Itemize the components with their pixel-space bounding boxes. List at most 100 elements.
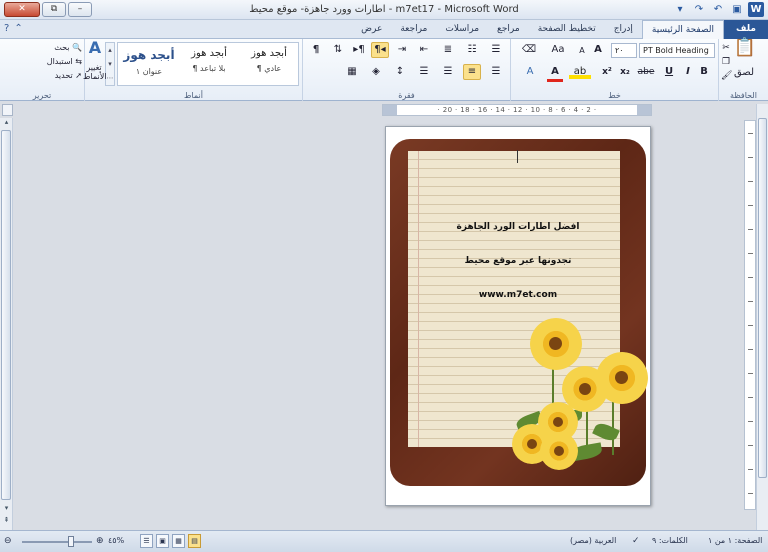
tab-mailings[interactable]: مراسلات	[436, 20, 488, 39]
paste-icon[interactable]: 📋	[733, 39, 757, 65]
paragraph-group-label: فقرة	[398, 91, 415, 100]
ruler-toggle-button[interactable]	[2, 104, 13, 116]
minimize-ribbon-icon[interactable]: ⌃	[14, 23, 22, 34]
format-painter-icon[interactable]: 🖌	[721, 69, 732, 83]
ruler-marks: · 20 · 18 · 16 · 14 · 12 · 10 · 8 · 6 · …	[437, 106, 597, 114]
change-case-button[interactable]: Aa	[547, 43, 569, 57]
style-no-spacing-name: ¶ بلا تباعد	[192, 64, 226, 73]
style-normal-name: ¶ عادي	[256, 64, 282, 73]
tab-review[interactable]: مراجعة	[391, 20, 436, 39]
font-color-button[interactable]: A	[547, 65, 563, 82]
shrink-font-button[interactable]: A	[575, 44, 589, 58]
decrease-indent-icon[interactable]: ⇤	[415, 43, 433, 57]
scroll-thumb[interactable]	[1, 130, 11, 500]
save-icon[interactable]: ▣	[729, 2, 745, 17]
cut-icon[interactable]: ✂	[721, 41, 731, 55]
rtl-direction-button[interactable]: ¶◂	[371, 42, 389, 58]
page-indicator[interactable]: الصفحة: ١ من ١	[708, 536, 762, 545]
bullets-icon[interactable]: ☰	[487, 43, 505, 57]
borders-icon[interactable]: ▦	[343, 65, 361, 79]
clear-formatting-icon[interactable]: ⌫	[519, 43, 539, 57]
print-layout-view-button[interactable]: ▤	[188, 534, 201, 548]
subscript-button[interactable]: x₂	[617, 65, 633, 79]
document-line-2[interactable]: تجدونها عبر موقع محيط	[412, 256, 624, 266]
find-label: بحث	[54, 43, 70, 52]
horizontal-ruler[interactable]: · 20 · 18 · 16 · 14 · 12 · 10 · 8 · 6 · …	[382, 104, 652, 116]
multilevel-list-icon[interactable]: ≣	[439, 43, 457, 57]
paste-label[interactable]: لصق	[729, 66, 759, 80]
style-normal-sample: أبجد هوز	[251, 48, 287, 59]
align-right-icon[interactable]: ☰	[487, 65, 505, 79]
outline-view-button[interactable]: ☰	[140, 534, 153, 548]
select-button[interactable]: تحديد ➚	[36, 69, 82, 83]
font-group: PT Bold Heading ٢٠ A A Aa ⌫ B I U abe x₂…	[510, 39, 718, 101]
web-layout-view-button[interactable]: ▣	[156, 534, 169, 548]
find-icon: 🔍	[72, 43, 82, 52]
strikethrough-button[interactable]: abe	[635, 65, 657, 79]
zoom-level[interactable]: ٤٥%	[108, 536, 124, 545]
bold-button[interactable]: B	[697, 65, 711, 79]
scroll-up-icon[interactable]: ▴	[0, 118, 13, 129]
numbering-icon[interactable]: ☷	[463, 43, 481, 57]
redo-icon[interactable]: ↷	[691, 2, 707, 17]
full-screen-view-button[interactable]: ▦	[172, 534, 185, 548]
line-spacing-icon[interactable]: ↕	[391, 65, 409, 79]
text-effects-icon[interactable]: A	[521, 65, 539, 79]
gallery-scroll[interactable]: ▴ ▾ ⋯	[105, 42, 115, 86]
tab-view[interactable]: عرض	[352, 20, 391, 39]
find-button[interactable]: بحث 🔍	[36, 41, 82, 55]
replace-icon: ⇆	[75, 57, 82, 66]
vertical-ruler[interactable]	[744, 120, 756, 510]
increase-indent-icon[interactable]: ⇥	[393, 43, 411, 57]
word-app-icon: W	[748, 2, 764, 17]
select-label: تحديد	[54, 71, 73, 80]
select-icon: ➚	[75, 71, 82, 80]
tab-page-layout[interactable]: تخطيط الصفحة	[529, 20, 605, 39]
shading-icon[interactable]: ◈	[367, 65, 385, 79]
proofing-icon[interactable]: ✓	[632, 536, 640, 546]
superscript-button[interactable]: x²	[599, 65, 615, 79]
ltr-direction-button[interactable]: ▸¶	[351, 43, 367, 57]
align-center-icon[interactable]: ≡	[463, 64, 481, 80]
customize-toolbar-icon[interactable]: ▾	[672, 2, 688, 17]
grow-font-button[interactable]: A	[591, 43, 605, 57]
style-heading-1[interactable]: أبجد هوز عنوان ١	[120, 43, 178, 85]
change-styles-icon[interactable]: A	[87, 40, 103, 56]
tab-insert[interactable]: إدراج	[605, 20, 642, 39]
underline-button[interactable]: U	[661, 65, 677, 79]
style-normal[interactable]: أبجد هوز ¶ عادي	[240, 43, 298, 85]
highlight-button[interactable]: ab	[569, 65, 591, 79]
text-cursor	[517, 150, 518, 163]
word-count[interactable]: الكلمات: ٩	[652, 536, 688, 545]
replace-button[interactable]: استبدال ⇆	[30, 55, 82, 69]
style-heading-1-name: عنوان ١	[135, 67, 163, 76]
scroll-thumb-right[interactable]	[758, 118, 767, 478]
sort-icon[interactable]: ⇅	[329, 43, 347, 57]
prev-page-icon[interactable]: ⇞	[0, 516, 13, 527]
vertical-scrollbar-right[interactable]	[756, 104, 768, 530]
zoom-slider[interactable]	[22, 541, 92, 543]
vertical-scrollbar-left[interactable]: ▴ ▾ ⇞	[0, 118, 13, 530]
justify-icon[interactable]: ☰	[415, 65, 433, 79]
language-indicator[interactable]: العربية (مصر)	[570, 536, 616, 545]
style-no-spacing[interactable]: أبجد هوز ¶ بلا تباعد	[180, 43, 238, 85]
undo-icon[interactable]: ↶	[710, 2, 726, 17]
styles-gallery: أبجد هوز ¶ عادي أبجد هوز ¶ بلا تباعد أبج…	[117, 42, 299, 86]
show-marks-button[interactable]: ¶	[307, 43, 325, 57]
font-size-box[interactable]: ٢٠	[611, 43, 637, 58]
ribbon-tab-row: ? ⌃ ملف الصفحة الرئيسية إدراج تخطيط الصف…	[0, 20, 768, 40]
scroll-down-icon[interactable]: ▾	[0, 504, 13, 515]
align-left-icon[interactable]: ☰	[439, 65, 457, 79]
zoom-out-icon[interactable]: ⊖	[4, 536, 12, 546]
document-line-1[interactable]: افضل اطارات الورد الجاهزة	[412, 222, 624, 232]
tab-home[interactable]: الصفحة الرئيسية	[641, 20, 725, 40]
change-styles-label[interactable]: تغيير الأنماط	[83, 63, 106, 81]
tab-references[interactable]: مراجع	[488, 20, 529, 39]
italic-button[interactable]: I	[681, 65, 695, 79]
zoom-in-icon[interactable]: ⊕	[96, 536, 104, 546]
zoom-slider-thumb[interactable]	[68, 536, 74, 547]
font-name-box[interactable]: PT Bold Heading	[639, 43, 715, 58]
document-line-3[interactable]: www.m7et.com	[412, 290, 624, 300]
copy-icon[interactable]: ❐	[721, 55, 731, 69]
help-icon[interactable]: ?	[4, 23, 9, 34]
